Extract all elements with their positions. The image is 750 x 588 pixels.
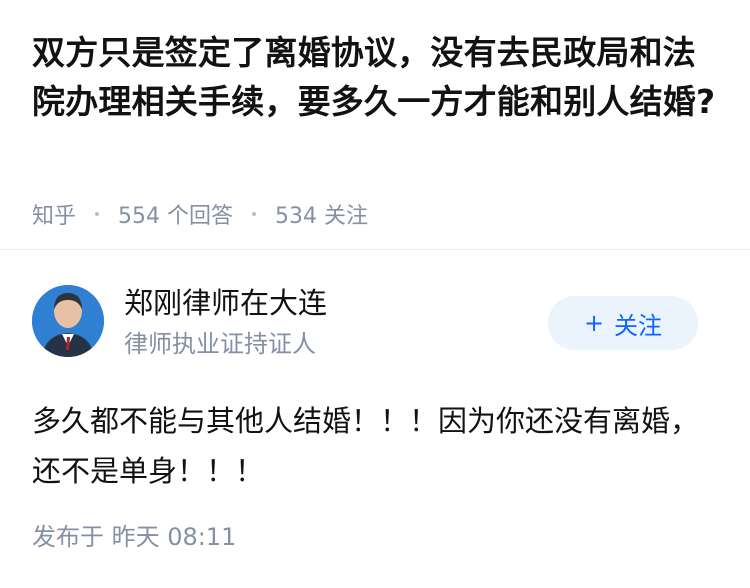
answer-count[interactable]: 554 个回答 — [118, 198, 233, 230]
follower-count[interactable]: 534 关注 — [275, 198, 368, 230]
question-header: 双方只是签定了离婚协议，没有去民政局和法院办理相关手续，要多久一方才能和别人结婚… — [0, 0, 750, 250]
answer-card: 郑刚律师在大连 律师执业证持证人 + 关注 多久都不能与其他人结婚！！！因为你还… — [0, 251, 750, 588]
plus-icon: + — [583, 309, 605, 337]
avatar[interactable] — [32, 285, 104, 357]
author-description: 律师执业证持证人 — [124, 330, 316, 358]
avatar-portrait-icon — [32, 285, 104, 357]
question-meta: 知乎 554 个回答 534 关注 — [32, 198, 368, 230]
author-info: 郑刚律师在大连 律师执业证持证人 + 关注 — [32, 251, 718, 363]
question-title[interactable]: 双方只是签定了离婚协议，没有去民政局和法院办理相关手续，要多久一方才能和别人结婚… — [32, 28, 718, 126]
dot-separator-icon — [252, 212, 257, 216]
author-name[interactable]: 郑刚律师在大连 — [124, 285, 327, 321]
published-time: 发布于 昨天 08:11 — [32, 523, 237, 551]
answer-content: 多久都不能与其他人结婚！！！因为你还没有离婚，还不是单身！！！ — [32, 404, 700, 488]
dot-separator-icon — [95, 212, 100, 216]
follow-label: 关注 — [614, 311, 663, 340]
follow-button[interactable]: + 关注 — [548, 296, 698, 350]
source-label[interactable]: 知乎 — [32, 198, 76, 230]
